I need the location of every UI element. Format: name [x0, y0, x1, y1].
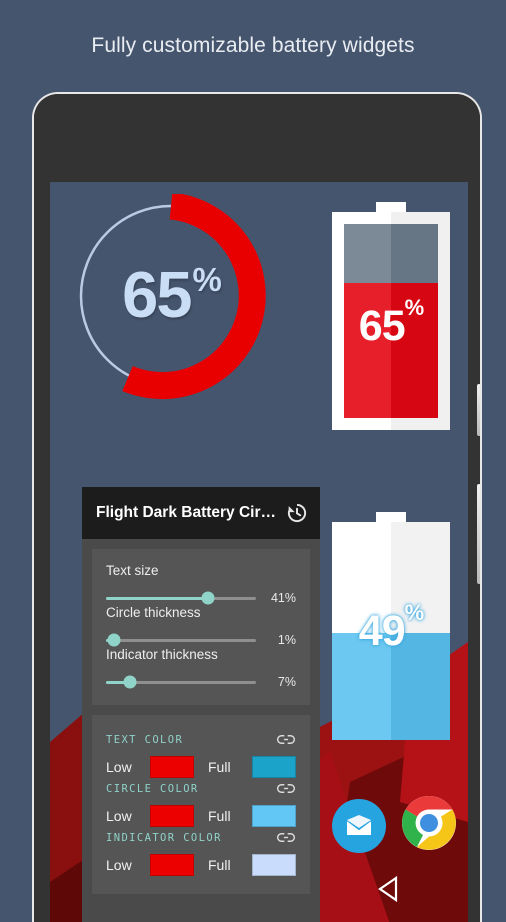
phone-device-frame: 65% 65% 49% Flight Dark Battery Cir… Tex…	[32, 92, 482, 922]
promo-header-text: Fully customizable battery widgets	[91, 34, 415, 57]
section-title: CIRCLE COLOR	[106, 782, 199, 795]
circle-color-full-swatch[interactable]	[252, 805, 296, 827]
low-label: Low	[106, 759, 132, 775]
chrome-logo-icon	[402, 796, 456, 850]
full-label: Full	[208, 759, 231, 775]
slider-value: 1%	[277, 633, 296, 647]
circle-widget-number: 65	[122, 257, 192, 331]
battery-red-number: 65	[358, 302, 406, 350]
slider-value: 41%	[270, 591, 296, 605]
setting-circle-thickness: Circle thickness 1%	[106, 605, 296, 647]
setting-indicator-thickness: Indicator thickness 7%	[106, 647, 296, 689]
circle-widget-value: 65%	[56, 194, 286, 394]
phone-top-bezel	[34, 94, 480, 180]
color-row: Low Full	[106, 805, 296, 827]
slider-thumb[interactable]	[201, 591, 215, 605]
circle-widget-percent-symbol: %	[192, 261, 221, 299]
widget-settings-panel: Flight Dark Battery Cir… Text size 41% C…	[82, 487, 320, 922]
battery-blue-value: 49%	[332, 600, 450, 656]
setting-label: Indicator thickness	[106, 647, 218, 662]
history-restore-icon[interactable]	[284, 500, 310, 526]
phone-screen: 65% 65% 49% Flight Dark Battery Cir… Tex…	[50, 182, 468, 922]
color-row: Low Full	[106, 756, 296, 778]
section-header: TEXT COLOR	[106, 733, 296, 746]
full-label: Full	[208, 808, 231, 824]
setting-text-size: Text size 41%	[106, 563, 296, 605]
setting-label: Text size	[106, 563, 159, 578]
slider-fill	[106, 596, 208, 600]
slider-row[interactable]: 7%	[106, 675, 296, 689]
indicator-color-full-swatch[interactable]	[252, 854, 296, 876]
circle-battery-widget[interactable]: 65%	[56, 192, 286, 414]
color-row: Low Full	[106, 854, 296, 876]
slider-row[interactable]: 41%	[106, 591, 296, 605]
indicator-thickness-slider[interactable]	[106, 675, 256, 689]
panel-title-bar: Flight Dark Battery Cir…	[82, 487, 320, 539]
section-header: INDICATOR COLOR	[106, 831, 296, 844]
link-chain-icon[interactable]	[276, 733, 296, 746]
slider-row[interactable]: 1%	[106, 633, 296, 647]
back-triangle-icon[interactable]	[374, 872, 408, 906]
section-indicator-color: INDICATOR COLOR Low Full	[106, 831, 296, 876]
colors-card: TEXT COLOR Low Full CIRCLE COLOR Low Ful…	[92, 715, 310, 894]
text-size-slider[interactable]	[106, 591, 256, 605]
chrome-app-icon[interactable]	[400, 794, 458, 852]
text-color-low-swatch[interactable]	[150, 756, 194, 778]
battery-red-percent-symbol: %	[404, 294, 425, 320]
sliders-card: Text size 41% Circle thickness 1% Indica…	[92, 549, 310, 705]
battery-blue-number: 49	[358, 607, 406, 655]
battery-widget-blue[interactable]: 49%	[332, 512, 450, 742]
full-label: Full	[208, 857, 231, 873]
circle-color-low-swatch[interactable]	[150, 805, 194, 827]
link-chain-icon[interactable]	[276, 831, 296, 844]
battery-widget-red[interactable]: 65%	[332, 202, 450, 432]
section-text-color: TEXT COLOR Low Full	[106, 733, 296, 778]
text-color-full-swatch[interactable]	[252, 756, 296, 778]
battery-red-value: 65%	[332, 295, 450, 351]
low-label: Low	[106, 857, 132, 873]
slider-value: 7%	[277, 675, 296, 689]
link-chain-icon[interactable]	[276, 782, 296, 795]
battery-blue-percent-symbol: %	[404, 599, 425, 625]
section-header: CIRCLE COLOR	[106, 782, 296, 795]
circle-thickness-slider[interactable]	[106, 633, 256, 647]
low-label: Low	[106, 808, 132, 824]
setting-label: Circle thickness	[106, 605, 201, 620]
slider-thumb[interactable]	[107, 633, 120, 647]
volume-rocker-button[interactable]	[477, 484, 480, 584]
panel-title-text: Flight Dark Battery Cir…	[96, 504, 277, 521]
slider-thumb[interactable]	[123, 675, 137, 689]
section-title: TEXT COLOR	[106, 733, 184, 746]
envelope-icon	[346, 815, 372, 835]
power-button[interactable]	[477, 384, 480, 436]
indicator-color-low-swatch[interactable]	[150, 854, 194, 876]
section-title: INDICATOR COLOR	[106, 831, 222, 844]
section-circle-color: CIRCLE COLOR Low Full	[106, 782, 296, 827]
promo-header: Fully customizable battery widgets	[0, 0, 506, 92]
email-app-icon[interactable]	[332, 799, 386, 853]
